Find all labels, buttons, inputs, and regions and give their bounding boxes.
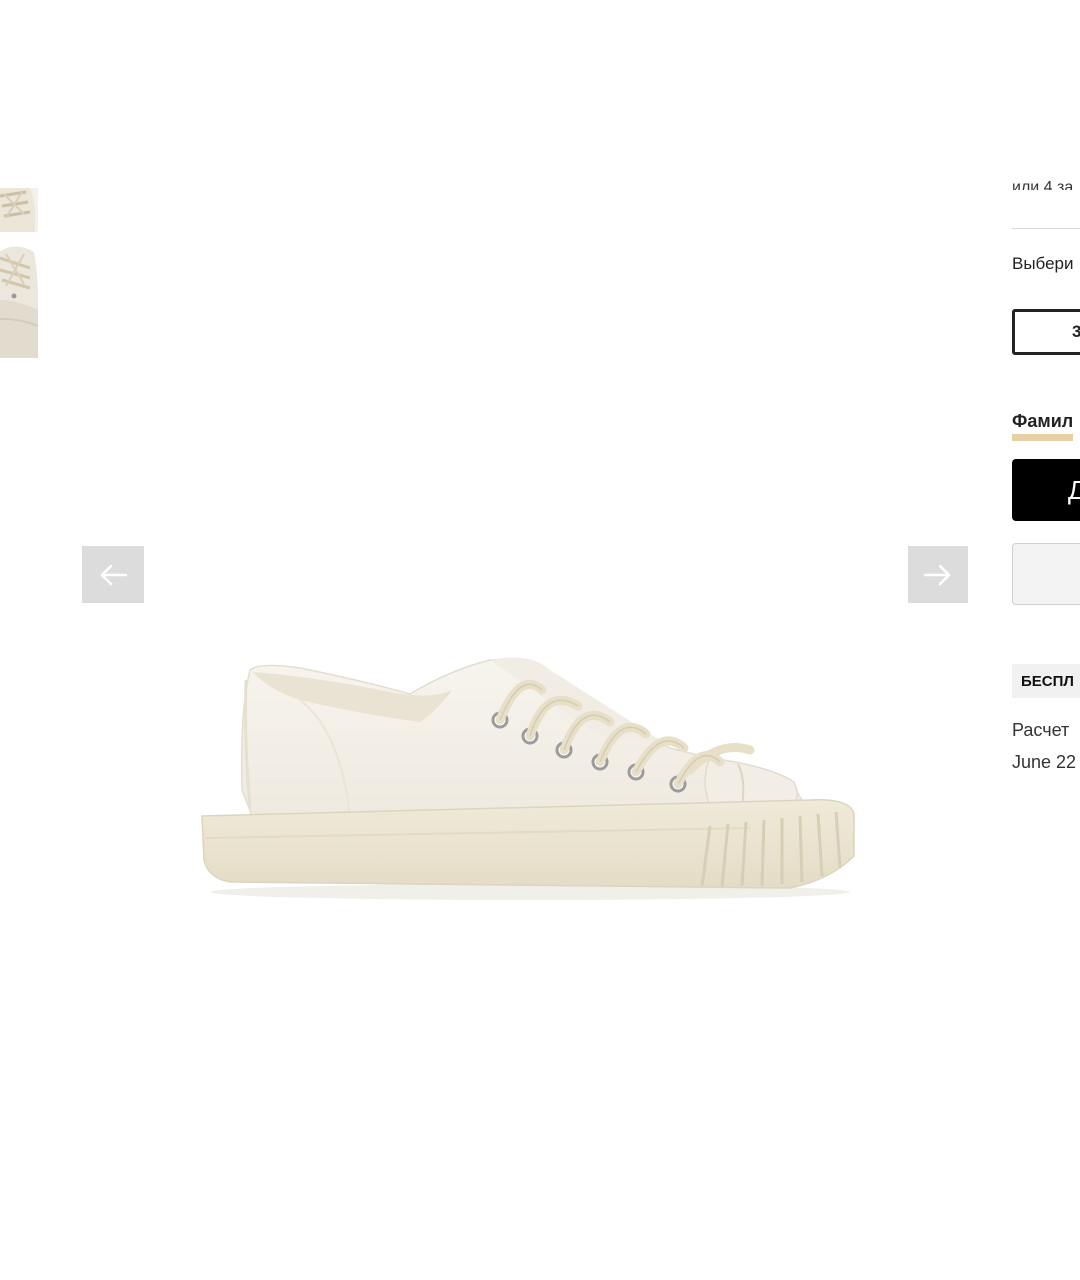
product-info-panel: или 4 за Выбери 3 Фамил Д БЕСПЛ Расчет J…: [1012, 0, 1080, 1280]
delivery-estimate-text: Расчет: [1012, 720, 1070, 740]
divider: [1012, 228, 1080, 229]
size-prompt: Выбери: [1012, 254, 1074, 273]
secondary-button[interactable]: [1012, 543, 1080, 605]
size-option-label: 3: [1072, 322, 1080, 341]
gallery-prev-button[interactable]: [82, 546, 144, 603]
delivery-estimate-date: June 22: [1012, 752, 1077, 772]
product-page: или 4 за Выбери 3 Фамил Д БЕСПЛ Расчет J…: [0, 0, 1080, 1280]
arrow-left-icon: [100, 564, 128, 585]
arrow-right-icon: [923, 564, 951, 585]
family-label: Фамил: [1012, 410, 1074, 441]
thumbnail-front-view[interactable]: [0, 240, 38, 358]
primary-button-label: Д: [1068, 474, 1080, 505]
product-main-image: [190, 630, 870, 930]
installment-text: или 4 за: [1012, 179, 1074, 190]
free-shipping-badge: БЕСПЛ: [1012, 664, 1080, 698]
add-to-cart-button[interactable]: Д: [1012, 459, 1080, 521]
size-option-button[interactable]: 3: [1012, 309, 1080, 355]
gallery-next-button[interactable]: [908, 546, 968, 603]
thumbnail-strip: [0, 188, 38, 358]
thumbnail-top-view[interactable]: [0, 188, 38, 238]
